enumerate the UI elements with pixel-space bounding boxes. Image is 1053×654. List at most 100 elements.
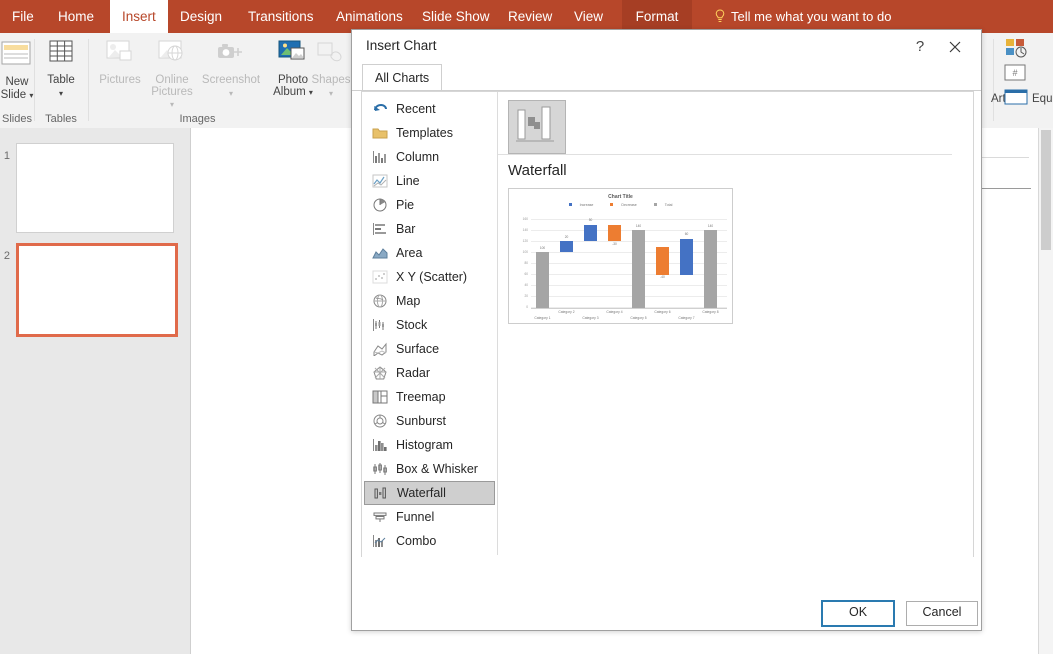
chart-type-label: Bar	[396, 217, 415, 241]
chart-type-histogram[interactable]: Histogram	[364, 433, 495, 457]
chart-subtype-waterfall[interactable]	[508, 100, 566, 154]
legend-decrease: Decrease	[606, 203, 640, 207]
chart-type-label: Column	[396, 145, 439, 169]
surface-chart-icon	[372, 340, 388, 354]
shapes-button-label: Shapes	[306, 74, 356, 87]
chart-type-line[interactable]: Line	[364, 169, 495, 193]
screen-recording-button[interactable]	[1003, 88, 1029, 113]
scrollbar-thumb[interactable]	[1041, 130, 1051, 250]
histogram-chart-icon	[372, 436, 388, 450]
chart-preview-image[interactable]: Chart Title Increase Decrease Total 0	[508, 188, 733, 324]
combo-chart-icon	[372, 532, 388, 546]
chart-type-radar[interactable]: Radar	[364, 361, 495, 385]
chart-type-funnel[interactable]: Funnel	[364, 505, 495, 529]
chart-type-waterfall[interactable]: Waterfall	[364, 481, 495, 505]
dialog-button-bar: OK Cancel	[352, 557, 981, 629]
chart-type-label: Pie	[396, 193, 414, 217]
ribbon-tab-home[interactable]: Home	[46, 0, 106, 33]
y-tick: 0	[513, 305, 528, 309]
chart-type-surface[interactable]: Surface	[364, 337, 495, 361]
x-label-2: Category 2	[549, 310, 584, 314]
chart-type-label: Surface	[396, 337, 439, 361]
slide-thumbnail-2[interactable]	[16, 243, 178, 337]
chart-type-map[interactable]: Map	[364, 289, 495, 313]
bar-label-8: 140	[701, 224, 720, 228]
smartart-button[interactable]	[1003, 37, 1029, 64]
chart-type-templates[interactable]: Templates	[364, 121, 495, 145]
online-pictures-icon	[146, 39, 198, 71]
x-label-5: Category 5	[621, 316, 656, 320]
equation-label: Equ	[1032, 93, 1052, 105]
legend-swatch-decrease	[610, 203, 613, 206]
slide-thumbnail-pane[interactable]: 1 2	[0, 128, 191, 654]
shapes-button[interactable]: Shapes ▾	[306, 39, 356, 100]
gridline	[531, 296, 727, 297]
chart-type-label: Box & Whisker	[396, 457, 478, 481]
chart-type-xy-scatter[interactable]: X Y (Scatter)	[364, 265, 495, 289]
y-tick: 140	[513, 228, 528, 232]
chart-type-stock[interactable]: Stock	[364, 313, 495, 337]
chart-type-area[interactable]: Area	[364, 241, 495, 265]
y-tick: 160	[513, 217, 528, 221]
chart-preview-pane: Waterfall Chart Title Increase Decrease …	[498, 92, 972, 555]
sunburst-chart-icon	[372, 412, 388, 426]
chart-type-treemap[interactable]: Treemap	[364, 385, 495, 409]
close-icon[interactable]	[941, 35, 969, 59]
preview-chart-name: Waterfall	[508, 162, 567, 179]
screenshot-camera-icon	[198, 39, 264, 71]
bar-label-6: -40	[653, 275, 672, 279]
ribbon-tab-insert[interactable]: Insert	[110, 0, 168, 33]
group-label-tables: Tables	[36, 113, 86, 125]
legend-swatch-increase	[569, 203, 572, 206]
chart-type-label: Stock	[396, 313, 427, 337]
recent-icon	[372, 100, 388, 114]
ribbon-tab-file[interactable]: File	[0, 0, 46, 33]
chart-type-column[interactable]: Column	[364, 145, 495, 169]
radar-chart-icon	[372, 364, 388, 378]
bar-chart-icon	[372, 220, 388, 234]
chart-type-bar[interactable]: Bar	[364, 217, 495, 241]
scatter-chart-icon	[372, 268, 388, 282]
table-button[interactable]: Table ▾	[36, 39, 86, 100]
slide-number-1: 1	[0, 150, 10, 162]
y-tick: 120	[513, 239, 528, 243]
pictures-button-label: Pictures	[94, 74, 146, 87]
vertical-scrollbar[interactable]	[1038, 128, 1053, 654]
help-button[interactable]: ?	[907, 35, 933, 59]
chart-type-list[interactable]: Recent Templates Column Line Pie Bar Are…	[362, 92, 498, 555]
chart-type-sunburst[interactable]: Sunburst	[364, 409, 495, 433]
chart-type-combo[interactable]: Combo	[364, 529, 495, 553]
x-label-4: Category 4	[597, 310, 632, 314]
tab-all-charts[interactable]: All Charts	[362, 64, 442, 91]
chart-type-label: X Y (Scatter)	[396, 265, 467, 289]
ribbon-tab-design[interactable]: Design	[168, 0, 234, 33]
slide-thumbnail-1[interactable]	[16, 143, 174, 233]
chart-type-box-whisker[interactable]: Box & Whisker	[364, 457, 495, 481]
pie-chart-icon	[372, 196, 388, 210]
y-tick: 80	[513, 261, 528, 265]
legend-swatch-total	[654, 203, 657, 206]
legend-increase: Increase	[565, 203, 598, 207]
svg-text:#: #	[1012, 68, 1017, 78]
online-pictures-button[interactable]: OnlinePictures ▾	[146, 39, 198, 111]
shapes-icon	[306, 39, 356, 71]
dialog-titlebar: Insert Chart ?	[352, 30, 981, 64]
ribbon-tab-transitions[interactable]: Transitions	[236, 0, 326, 33]
chart-type-label: Waterfall	[397, 482, 446, 504]
chart-type-pie[interactable]: Pie	[364, 193, 495, 217]
chart-type-recent[interactable]: Recent	[364, 97, 495, 121]
chart-subtype-strip	[508, 100, 962, 156]
screenshot-button[interactable]: Screenshot ▾	[198, 39, 264, 100]
chart-button[interactable]: #	[1003, 63, 1027, 88]
insert-chart-dialog: Insert Chart ? All Charts Recent Templat…	[351, 29, 982, 631]
ok-button[interactable]: OK	[822, 601, 894, 626]
cancel-button[interactable]: Cancel	[906, 601, 978, 626]
x-label-7: Category 7	[669, 316, 704, 320]
bar-category-7	[680, 239, 693, 275]
waterfall-chart-icon	[373, 485, 389, 499]
legend-total: Total	[650, 203, 677, 207]
y-tick: 60	[513, 272, 528, 276]
pictures-button[interactable]: Pictures	[94, 39, 146, 87]
gridline	[531, 285, 727, 286]
ribbon-group-tables: Table ▾ Tables	[36, 33, 86, 127]
